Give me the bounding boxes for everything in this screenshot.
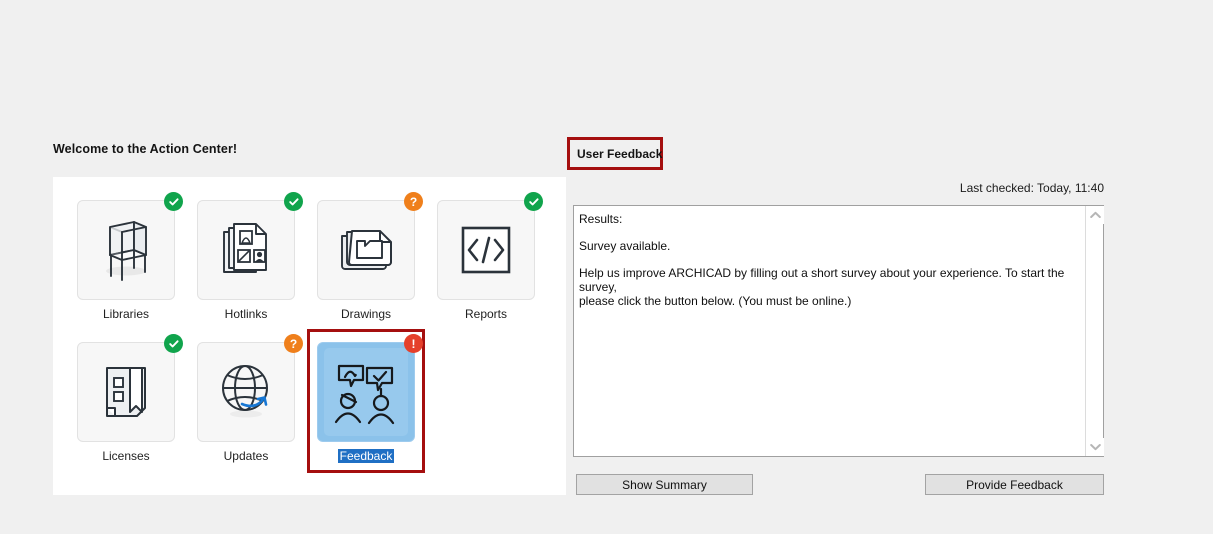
show-summary-button[interactable]: Show Summary [576,474,753,495]
tile-updates-box[interactable]: ? [197,334,303,442]
check-circle-icon [164,192,183,211]
tile-licenses[interactable]: Licenses [66,332,186,474]
question-circle-icon: ? [284,334,303,353]
tile-updates[interactable]: ? Updates [186,332,306,474]
tab-user-feedback[interactable]: User Feedback [567,137,663,170]
two-people-chat-icon [334,364,395,425]
tab-user-feedback-label: User Feedback [577,146,663,161]
tile-drawings[interactable]: ? Drawings [306,190,426,332]
tile-label: Hotlinks [224,307,268,321]
tile-licenses-box[interactable] [77,334,183,442]
chair-icon [106,221,147,281]
results-content: Results: Survey available. Help us impro… [574,206,1084,456]
tile-label: Drawings [340,307,391,321]
results-line-description: Help us improve ARCHICAD by filling out … [579,266,1065,308]
tile-libraries-box[interactable] [77,192,183,300]
tile-label: Feedback [337,449,395,463]
last-checked-text: Last checked: Today, 11:40 [959,181,1104,195]
tile-drawings-box[interactable]: ? [317,192,423,300]
tile-label: Reports [464,307,508,321]
results-line-heading: Results: [579,212,623,226]
check-circle-icon [284,192,303,211]
drawing-sheets-icon [341,230,392,270]
tile-label: Libraries [102,307,150,321]
tile-label: Licenses [102,449,150,463]
chevron-down-icon[interactable] [1086,438,1104,456]
tile-reports[interactable]: Reports [426,190,546,332]
exclamation-circle-icon: ! [404,334,423,353]
license-page-icon [106,367,146,417]
code-brackets-icon [461,226,511,274]
tile-hotlinks-box[interactable] [197,192,303,300]
page-title: Welcome to the Action Center! [53,142,238,156]
tile-hotlinks[interactable]: Hotlinks [186,190,306,332]
tile-libraries[interactable]: Libraries [66,190,186,332]
provide-feedback-button[interactable]: Provide Feedback [925,474,1104,495]
check-circle-icon [164,334,183,353]
check-circle-icon [524,192,543,211]
results-scrollbar[interactable] [1085,206,1104,456]
results-line-status: Survey available. [579,239,671,253]
globe-refresh-icon [222,365,268,418]
tile-feedback-box[interactable]: ! [317,334,423,442]
results-textbox[interactable]: Results: Survey available. Help us impro… [573,205,1104,457]
documents-icon [223,223,267,273]
chevron-up-icon[interactable] [1086,206,1104,224]
tile-reports-box[interactable] [437,192,543,300]
question-circle-icon: ? [404,192,423,211]
tile-grid: Libraries Hotlinks ? Drawings Reports Li… [66,190,546,474]
tile-feedback[interactable]: ! Feedback [306,329,426,474]
action-center-tiles-panel: Libraries Hotlinks ? Drawings Reports Li… [53,177,566,495]
tile-label: Updates [223,449,269,463]
